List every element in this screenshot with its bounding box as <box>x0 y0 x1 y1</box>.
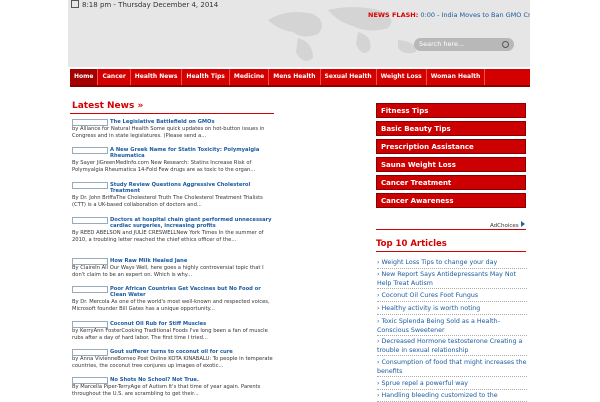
news-thumbnail[interactable] <box>72 349 108 356</box>
news-item: Coconut Oil Rub for Stiff Muscles by Ker… <box>72 321 277 341</box>
bullet-arrow-icon: › <box>377 359 380 366</box>
bullet-arrow-icon: › <box>377 292 380 299</box>
news-excerpt: by Alliance for Natural Health Some quic… <box>72 126 265 139</box>
top10-item[interactable]: › New Report Says Antidepressants May Not… <box>377 271 527 289</box>
bullet-arrow-icon: › <box>377 338 380 345</box>
news-flash-headline[interactable]: - India Moves to Ban GMO Crops <box>437 11 530 19</box>
news-item: Study Review Questions Aggressive Choles… <box>72 182 277 208</box>
news-thumbnail[interactable] <box>72 377 108 384</box>
nav-item-mens-health[interactable]: Mens Health <box>269 69 321 85</box>
top10-item[interactable]: › Sprue repel a powerful way <box>377 380 527 390</box>
nav-item-health-tips[interactable]: Health Tips <box>182 69 230 85</box>
top10-link[interactable]: Healthy activity is worth noting <box>382 305 481 312</box>
news-item: Poor African Countries Get Vaccines but … <box>72 286 277 312</box>
news-thumbnail[interactable] <box>72 147 108 154</box>
news-title[interactable]: Poor African Countries Get Vaccines but … <box>110 286 277 298</box>
top10-divider <box>376 251 526 252</box>
calendar-icon <box>71 0 79 8</box>
news-title[interactable]: The Legislative Battlefield on GMOs <box>110 119 277 125</box>
news-item: Gout sufferer turns to coconut oil for c… <box>72 349 277 369</box>
adchoices-link[interactable]: AdChoices <box>490 221 525 229</box>
top10-link[interactable]: Decreased Hormone testosterone Creating … <box>377 338 522 354</box>
sidebar-button-fitness-tips[interactable]: Fitness Tips <box>376 103 526 118</box>
sidebar-button-sauna-weight-loss[interactable]: Sauna Weight Loss <box>376 157 526 172</box>
top10-link[interactable]: Sprue repel a powerful way <box>382 380 468 387</box>
news-item: The Legislative Battlefield on GMOs by A… <box>72 119 277 139</box>
nav-item-weight-loss[interactable]: Weight Loss <box>377 69 427 85</box>
nav-item-cancer[interactable]: Cancer <box>98 69 131 85</box>
date-bar: 8:18 pm - Thursday December 4, 2014 <box>68 0 218 9</box>
news-flash-label: NEWS FLASH: <box>368 11 419 19</box>
news-excerpt: By Marcella Piper-TerryAge of Autism It'… <box>72 384 261 397</box>
news-flash-time[interactable]: 0:00 <box>420 11 435 19</box>
adchoices-icon <box>520 221 525 227</box>
news-title[interactable]: A New Greek Name for Statin Toxicity: Po… <box>110 147 277 159</box>
top10-link[interactable]: Weight Loss Tips to change your day <box>382 259 498 266</box>
search-icon[interactable] <box>502 41 509 48</box>
top10-item[interactable]: › Weight Loss Tips to change your day <box>377 259 527 269</box>
site-header: 8:18 pm - Thursday December 4, 2014 NEWS… <box>68 0 530 67</box>
top10-item[interactable]: › Coconut Oil Cures Foot Fungus <box>377 292 527 302</box>
bullet-arrow-icon: › <box>377 318 380 325</box>
sidebar-button-basic-beauty-tips[interactable]: Basic Beauty Tips <box>376 121 526 136</box>
news-title[interactable]: No Shots No School? Not True. <box>110 377 277 383</box>
bullet-arrow-icon: › <box>377 305 380 312</box>
top10-item[interactable]: › Healthy activity is worth noting <box>377 305 527 315</box>
nav-item-sexual-health[interactable]: Sexual Health <box>321 69 377 85</box>
bullet-arrow-icon: › <box>377 271 380 278</box>
news-thumbnail[interactable] <box>72 321 108 328</box>
news-title[interactable]: Doctors at hospital chain giant performe… <box>110 217 277 229</box>
news-excerpt: By Sayer JiGreenMedInfo.com New Research… <box>72 160 256 173</box>
main-nav: Home Cancer Health News Health Tips Medi… <box>70 69 530 87</box>
news-title[interactable]: Coconut Oil Rub for Stiff Muscles <box>110 321 277 327</box>
bullet-arrow-icon: › <box>377 259 380 266</box>
news-excerpt: By ClaireIn All Our Ways Well, here goes… <box>72 265 264 278</box>
top10-link[interactable]: New Report Says Antidepressants May Not … <box>377 271 516 287</box>
top10-link[interactable]: Toxic Splenda Being Sold as a Health-Con… <box>377 318 500 334</box>
news-flash: NEWS FLASH: 0:00 - India Moves to Ban GM… <box>368 11 530 19</box>
sidebar-button-cancer-treatment[interactable]: Cancer Treatment <box>376 175 526 190</box>
sidebar-divider <box>376 229 526 230</box>
sidebar-button-cancer-awareness[interactable]: Cancer Awareness <box>376 193 526 208</box>
top10-link[interactable]: Coconut Oil Cures Foot Fungus <box>382 292 479 299</box>
news-excerpt: by Anna VivienneBorneo Post Online KOTA … <box>72 356 273 369</box>
news-item: Doctors at hospital chain giant performe… <box>72 217 277 243</box>
top10-item[interactable]: › Decreased Hormone testosterone Creating… <box>377 338 527 356</box>
news-thumbnail[interactable] <box>72 258 108 265</box>
nav-item-woman-health[interactable]: Woman Health <box>427 69 486 85</box>
latest-news-heading[interactable]: Latest News » <box>72 101 143 111</box>
top10-item[interactable]: › Toxic Splenda Being Sold as a Health-Co… <box>377 318 527 336</box>
bullet-arrow-icon: › <box>377 380 380 387</box>
news-title[interactable]: Gout sufferer turns to coconut oil for c… <box>110 349 277 355</box>
news-item: No Shots No School? Not True. By Marcell… <box>72 377 277 397</box>
news-thumbnail[interactable] <box>72 119 108 126</box>
top10-item[interactable]: › Handling bleeding customized to the <box>377 392 527 402</box>
news-excerpt: By REED ABELSON and JULIE CRESWELLNew Yo… <box>72 230 264 243</box>
nav-item-home[interactable]: Home <box>70 69 99 85</box>
nav-item-health-news[interactable]: Health News <box>131 69 183 85</box>
news-title[interactable]: Study Review Questions Aggressive Choles… <box>110 182 277 194</box>
search-input[interactable]: Search here... <box>414 38 514 51</box>
heading-divider <box>70 113 274 114</box>
news-excerpt: By Dr. Mercola As one of the world's mos… <box>72 299 270 312</box>
bullet-arrow-icon: › <box>377 392 380 399</box>
sidebar-button-list: Fitness Tips Basic Beauty Tips Prescript… <box>376 103 526 211</box>
top10-link[interactable]: Handling bleeding customized to the <box>382 392 498 399</box>
news-thumbnail[interactable] <box>72 217 108 224</box>
news-item: A New Greek Name for Statin Toxicity: Po… <box>72 147 277 173</box>
news-thumbnail[interactable] <box>72 286 108 293</box>
news-thumbnail[interactable] <box>72 182 108 189</box>
news-title[interactable]: How Raw Milk Healed Jane <box>110 258 277 264</box>
news-excerpt: By Dr. John BriffaThe Cholesterol Truth … <box>72 195 263 208</box>
sidebar-button-prescription-assistance[interactable]: Prescription Assistance <box>376 139 526 154</box>
news-item: How Raw Milk Healed Jane By ClaireIn All… <box>72 258 277 278</box>
search-placeholder: Search here... <box>419 40 465 48</box>
top10-item[interactable]: › Consumption of food that might increase… <box>377 359 527 377</box>
top10-link[interactable]: Consumption of food that might increases… <box>377 359 527 375</box>
news-excerpt: by KerryAnn FosterCooking Traditional Fo… <box>72 328 268 341</box>
date-text: 8:18 pm - Thursday December 4, 2014 <box>82 1 219 9</box>
nav-item-medicine[interactable]: Medicine <box>230 69 270 85</box>
top10-heading: Top 10 Articles <box>376 239 447 249</box>
